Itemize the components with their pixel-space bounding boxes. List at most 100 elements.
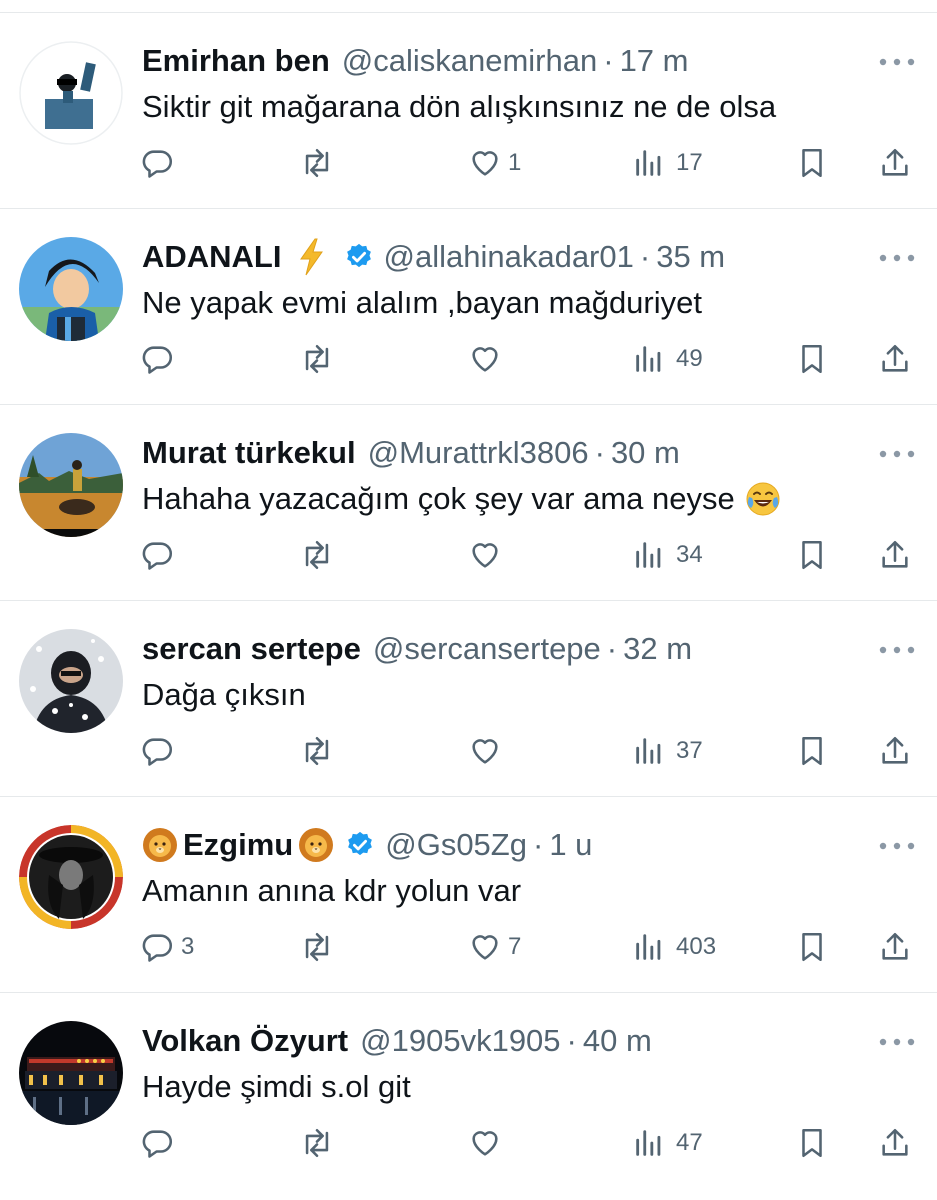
- tweet[interactable]: ADANALI @allahinakadar01 · 35 m Ne yapak…: [0, 209, 937, 405]
- verified-badge-icon[interactable]: [344, 242, 374, 272]
- views-button[interactable]: 47: [632, 1121, 703, 1165]
- like-button[interactable]: 7: [468, 925, 521, 969]
- bookmark-button[interactable]: [795, 337, 829, 381]
- share-icon: [882, 932, 908, 960]
- views-button[interactable]: 49: [632, 337, 703, 381]
- display-name[interactable]: Emirhan ben: [142, 43, 330, 79]
- like-button[interactable]: 1: [468, 141, 521, 185]
- user-handle[interactable]: @1905vk1905: [360, 1023, 560, 1059]
- reply-button[interactable]: [141, 141, 181, 185]
- reply-button[interactable]: [141, 1121, 181, 1165]
- timestamp[interactable]: 35 m: [656, 239, 725, 275]
- tweet[interactable]: Ezgimu @Gs05Zg · 1 u Amanın anına kdr yo…: [0, 797, 937, 993]
- heart-icon: [472, 739, 498, 764]
- display-name[interactable]: sercan sertepe: [142, 631, 361, 667]
- user-handle[interactable]: @caliskanemirhan: [342, 43, 597, 79]
- share-button[interactable]: [878, 533, 912, 577]
- display-name[interactable]: Murat türkekul: [142, 435, 356, 471]
- like-button[interactable]: [468, 337, 508, 381]
- bookmark-button[interactable]: [795, 925, 829, 969]
- retweet-button[interactable]: [300, 337, 340, 381]
- tweet[interactable]: Volkan Özyurt @1905vk1905 · 40 m Hayde ş…: [0, 993, 937, 1189]
- heart-icon: [472, 1131, 498, 1156]
- lion-emoji: [142, 827, 178, 863]
- share-button[interactable]: [878, 925, 912, 969]
- display-name[interactable]: Ezgimu: [183, 827, 293, 863]
- views-button[interactable]: 37: [632, 729, 703, 773]
- retweet-button[interactable]: [300, 533, 340, 577]
- reply-button[interactable]: [141, 729, 181, 773]
- share-icon: [882, 540, 908, 568]
- avatar[interactable]: [19, 237, 123, 341]
- avatar-image: [19, 629, 123, 733]
- share-icon: [882, 1128, 908, 1156]
- reply-icon: [142, 346, 173, 374]
- tweet-text: Siktir git mağarana dön alışkınsınız ne …: [142, 89, 777, 124]
- more-horizontal-icon[interactable]: [879, 1037, 915, 1047]
- user-handle[interactable]: @sercansertepe: [373, 631, 601, 667]
- user-handle[interactable]: @Murattrkl3806: [368, 435, 589, 471]
- tweet-text-row: Hahaha yazacağım çok şey var ama neyse: [142, 481, 786, 517]
- avatar[interactable]: [19, 1021, 123, 1125]
- more-horizontal-icon[interactable]: [879, 841, 915, 851]
- timestamp[interactable]: 30 m: [611, 435, 680, 471]
- display-name[interactable]: Volkan Özyurt: [142, 1023, 348, 1059]
- share-button[interactable]: [878, 337, 912, 381]
- like-button[interactable]: [468, 1121, 508, 1165]
- views-button[interactable]: 403: [632, 925, 716, 969]
- tweet-actions: 47: [0, 1121, 937, 1165]
- bookmark-button[interactable]: [795, 141, 829, 185]
- views-button[interactable]: 17: [632, 141, 703, 185]
- tweet[interactable]: Murat türkekul @Murattrkl3806 · 30 m Hah…: [0, 405, 937, 601]
- timestamp[interactable]: 32 m: [623, 631, 692, 667]
- bookmark-button[interactable]: [795, 1121, 829, 1165]
- timestamp[interactable]: 17 m: [620, 43, 689, 79]
- tweet[interactable]: Emirhan ben @caliskanemirhan · 17 m Sikt…: [0, 13, 937, 209]
- tweet[interactable]: sercan sertepe @sercansertepe · 32 m Dağ…: [0, 601, 937, 797]
- share-icon: [882, 736, 908, 764]
- reply-button[interactable]: [141, 533, 181, 577]
- avatar[interactable]: [19, 825, 123, 929]
- bookmark-button[interactable]: [795, 729, 829, 773]
- retweet-button[interactable]: [300, 925, 340, 969]
- reply-button[interactable]: 3: [141, 925, 194, 969]
- separator-dot: ·: [639, 239, 651, 274]
- views-chart-icon: [636, 738, 661, 764]
- share-button[interactable]: [878, 141, 912, 185]
- lightning-emoji: [296, 238, 326, 276]
- lion-emoji: [298, 827, 334, 863]
- reply-button[interactable]: [141, 337, 181, 381]
- more-horizontal-icon[interactable]: [879, 449, 915, 459]
- views-button[interactable]: 34: [632, 533, 703, 577]
- retweet-icon: [305, 932, 329, 962]
- avatar[interactable]: [19, 629, 123, 733]
- avatar-image: [19, 41, 123, 145]
- tweet-actions: 37: [0, 729, 937, 773]
- display-name[interactable]: ADANALI: [142, 239, 282, 275]
- bookmark-icon: [802, 1128, 822, 1158]
- like-count: 1: [508, 149, 522, 176]
- avatar[interactable]: [19, 41, 123, 145]
- more-horizontal-icon[interactable]: [879, 57, 915, 67]
- retweet-button[interactable]: [300, 1121, 340, 1165]
- like-button[interactable]: [468, 729, 508, 773]
- retweet-button[interactable]: [300, 729, 340, 773]
- share-icon: [882, 344, 908, 372]
- timestamp[interactable]: 40 m: [583, 1023, 652, 1059]
- verified-badge-icon[interactable]: [345, 830, 375, 860]
- bookmark-button[interactable]: [795, 533, 829, 577]
- user-handle[interactable]: @allahinakadar01: [384, 239, 634, 275]
- retweet-button[interactable]: [300, 141, 340, 185]
- more-horizontal-icon[interactable]: [879, 645, 915, 655]
- avatar[interactable]: [19, 433, 123, 537]
- share-button[interactable]: [878, 729, 912, 773]
- view-count: 34: [676, 541, 703, 568]
- heart-icon: [472, 543, 498, 568]
- timestamp[interactable]: 1 u: [549, 827, 592, 863]
- share-button[interactable]: [878, 1121, 912, 1165]
- heart-icon: [472, 151, 498, 176]
- user-handle[interactable]: @Gs05Zg: [385, 827, 527, 863]
- like-button[interactable]: [468, 533, 508, 577]
- more-horizontal-icon[interactable]: [879, 253, 915, 263]
- retweet-icon: [305, 148, 329, 178]
